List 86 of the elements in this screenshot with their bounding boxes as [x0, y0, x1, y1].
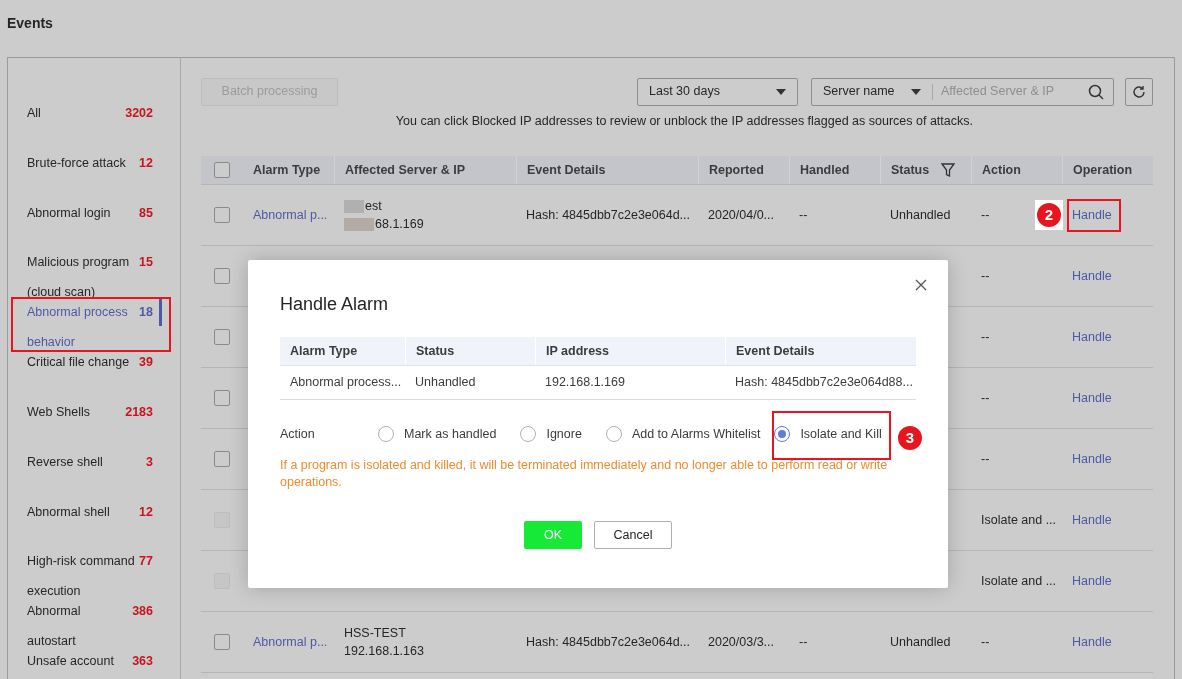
action-text: -- — [981, 451, 990, 466]
action-text: -- — [981, 207, 990, 222]
dialog-title: Handle Alarm — [280, 293, 390, 315]
action-text: Isolate and ... — [981, 512, 1057, 527]
checkbox[interactable] — [214, 390, 230, 406]
close-icon[interactable] — [915, 279, 927, 291]
handled-time: -- — [799, 207, 808, 222]
column-header: Event Details — [527, 161, 606, 179]
column-header: Alarm Type — [290, 342, 358, 360]
column-header: IP address — [546, 342, 609, 360]
reported-time: 2020/03/3... — [708, 634, 775, 649]
radio-option[interactable]: Mark as handled — [378, 424, 497, 444]
status-text: Unhandled — [890, 207, 951, 222]
sidebar-item[interactable]: Abnormal shell 12 — [27, 496, 153, 547]
checkbox[interactable] — [214, 451, 230, 467]
checkbox[interactable] — [214, 207, 230, 223]
column-header: Alarm Type — [253, 161, 321, 179]
refresh-icon — [1132, 84, 1146, 99]
selection-bar — [159, 297, 162, 327]
search-icon[interactable] — [1088, 83, 1104, 100]
sidebar-item[interactable]: Web Shells 2183 — [27, 397, 153, 447]
column-header: Status — [416, 342, 455, 360]
action-text: -- — [981, 634, 990, 649]
column-header: Affected Server & IP — [345, 161, 466, 179]
info-text: You can click Blocked IP addresses to review or unblock the IP addresses flagged as sources of attacks. — [395, 113, 973, 130]
column-header: Status — [891, 161, 930, 179]
sidebar-item[interactable]: Abnormal login 85 — [27, 197, 153, 248]
filter-icon[interactable] — [941, 163, 956, 177]
page-title: Events — [7, 14, 53, 33]
table-cell: Hash: 4845dbb7c2e3e064d88... — [735, 375, 913, 390]
alarm-type-link[interactable]: Abnormal p... — [253, 207, 328, 222]
handle-link[interactable]: Handle — [1072, 207, 1112, 222]
column-header: Event Details — [736, 342, 815, 360]
handled-time: -- — [799, 634, 808, 649]
column-header: Handled — [800, 161, 850, 179]
ip-address: 192.168.1.163 — [344, 643, 424, 660]
handle-link[interactable]: Handle — [1072, 451, 1112, 466]
alarm-type-link[interactable]: Abnormal p... — [253, 634, 328, 649]
caret-icon — [776, 88, 786, 95]
warning-text: If a program is isolated and killed, it will be terminated immediately and no longer able to perform read or write operations. — [280, 457, 889, 491]
column-header: Action — [982, 161, 1021, 179]
search-by-select[interactable]: Server name — [812, 82, 932, 101]
action-text: Isolate and ... — [981, 573, 1057, 588]
action-text: -- — [981, 329, 990, 344]
sidebar-item[interactable]: Abnormal process behavior 18 — [27, 297, 153, 348]
sidebar-item[interactable]: Malicious program (cloud scan) 15 — [27, 247, 153, 298]
event-details: Hash: 4845dbb7c2e3e064d... — [526, 207, 691, 222]
checkbox[interactable] — [214, 329, 230, 345]
sidebar-item[interactable]: Abnormal autostart 386 — [27, 596, 153, 647]
action-text: -- — [981, 390, 990, 405]
handle-link[interactable]: Handle — [1072, 329, 1112, 344]
table-cell: 192.168.1.169 — [545, 375, 625, 390]
radio-option[interactable]: Isolate and Kill — [774, 424, 882, 444]
sidebar-item[interactable]: High-risk command execution 77 — [27, 546, 153, 597]
handle-link[interactable]: Handle — [1072, 634, 1112, 649]
handle-link[interactable]: Handle — [1072, 390, 1112, 405]
highlight-frame — [1067, 199, 1121, 232]
checkbox[interactable] — [214, 268, 230, 284]
event-details: Hash: 4845dbb7c2e3e064d... — [526, 634, 691, 649]
sidebar-item[interactable]: All 3202 — [27, 98, 153, 148]
column-header: Reported — [709, 161, 764, 179]
sidebar-item[interactable]: Critical file change 39 — [27, 347, 153, 397]
step-badge: 2 — [1037, 203, 1061, 227]
radio-option[interactable]: Add to Alarms Whitelist — [605, 424, 761, 444]
server-name: est — [365, 198, 382, 215]
time-range-select[interactable]: Last 30 days — [637, 77, 798, 106]
ip-address: 68.1.169 — [375, 216, 424, 233]
handle-link[interactable]: Handle — [1072, 268, 1112, 283]
server-name: HSS-TEST — [344, 625, 406, 642]
cancel-button[interactable]: Cancel — [594, 521, 672, 549]
radio-option[interactable]: Ignore — [520, 424, 582, 444]
table-cell: Abnormal process... — [290, 375, 402, 390]
refresh-button[interactable] — [1125, 77, 1153, 106]
action-text: -- — [981, 268, 990, 283]
status-text: Unhandled — [890, 634, 951, 649]
table-cell: Unhandled — [415, 375, 476, 390]
search-box[interactable]: Server name Affected Server & IP — [811, 77, 1114, 106]
checkbox[interactable] — [214, 634, 230, 650]
sidebar-item[interactable]: Reverse shell 3 — [27, 446, 153, 497]
sidebar-item[interactable]: Unsafe account 363 — [27, 646, 153, 679]
column-header: Operation — [1073, 161, 1133, 179]
checkbox[interactable] — [214, 162, 230, 178]
reported-time: 2020/04/0... — [708, 207, 775, 222]
caret-icon — [911, 88, 921, 95]
action-label: Action — [280, 425, 316, 443]
sidebar-item[interactable]: Brute-force attack 12 — [27, 147, 153, 198]
